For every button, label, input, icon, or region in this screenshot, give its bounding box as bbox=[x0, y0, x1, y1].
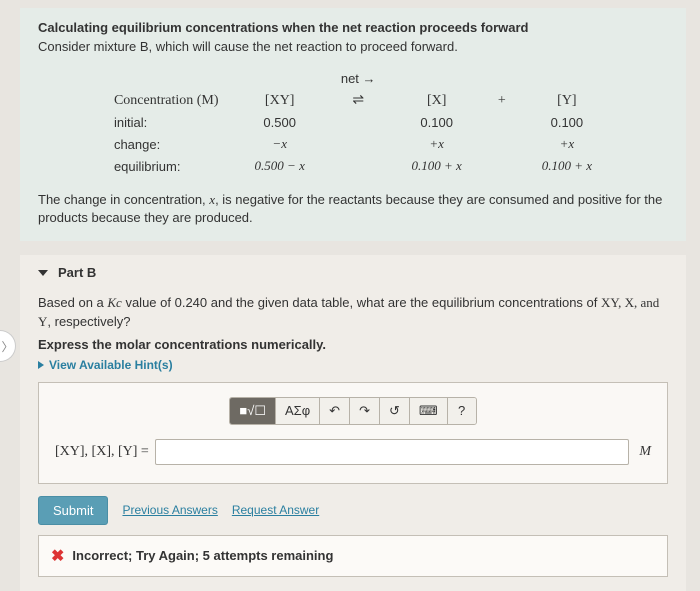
row-initial-label: initial: bbox=[96, 112, 237, 133]
part-b-title: Part B bbox=[58, 265, 96, 280]
row-initial-y: 0.100 bbox=[524, 112, 610, 133]
header-xy: [XY] bbox=[237, 89, 323, 112]
previous-answers-link[interactable]: Previous Answers bbox=[122, 503, 217, 517]
symbols-button[interactable]: ΑΣφ bbox=[276, 398, 320, 424]
submit-button[interactable]: Submit bbox=[38, 496, 108, 525]
instruction-text: Express the molar concentrations numeric… bbox=[38, 337, 668, 352]
row-equil-x: 0.100 + x bbox=[394, 155, 480, 177]
header-y: [Y] bbox=[524, 89, 610, 112]
formula-toolbar: ■√☐ ΑΣφ ↶ ↷ ↺ ⌨ ? bbox=[55, 397, 651, 425]
part-b-header[interactable]: Part B bbox=[38, 265, 668, 280]
info-title: Calculating equilibrium concentrations w… bbox=[38, 20, 668, 35]
header-concentration: Concentration (M) bbox=[96, 89, 237, 112]
caret-down-icon bbox=[38, 270, 48, 276]
help-button[interactable]: ? bbox=[448, 398, 476, 424]
ice-table: net → Concentration (M) [XY] ⇌ [X] + [Y]… bbox=[96, 68, 610, 177]
reset-button[interactable]: ↺ bbox=[380, 398, 410, 424]
row-equil-xy: 0.500 − x bbox=[237, 155, 323, 177]
feedback-text: Incorrect; Try Again; 5 attempts remaini… bbox=[72, 548, 333, 563]
view-hints-link[interactable]: View Available Hint(s) bbox=[38, 358, 668, 372]
answer-label: [XY], [X], [Y] = bbox=[55, 444, 149, 460]
unit-label: M bbox=[639, 444, 651, 460]
row-equil-label: equilibrium: bbox=[96, 155, 237, 177]
hint-label: View Available Hint(s) bbox=[49, 358, 173, 372]
incorrect-icon: ✖ bbox=[51, 546, 64, 566]
redo-button[interactable]: ↷ bbox=[350, 398, 380, 424]
info-panel: Calculating equilibrium concentrations w… bbox=[20, 8, 686, 241]
row-initial-x: 0.100 bbox=[394, 112, 480, 133]
row-change-label: change: bbox=[96, 133, 237, 155]
keyboard-button[interactable]: ⌨ bbox=[410, 398, 448, 424]
footnote: The change in concentration, x, is negat… bbox=[38, 191, 668, 227]
templates-button[interactable]: ■√☐ bbox=[230, 398, 276, 424]
row-change-xy: −x bbox=[237, 133, 323, 155]
header-equilibrium-symbol: ⇌ bbox=[323, 89, 394, 112]
side-nav-next[interactable]: 〉 bbox=[0, 330, 16, 362]
row-change-y: +x bbox=[524, 133, 610, 155]
row-equil-y: 0.100 + x bbox=[524, 155, 610, 177]
answer-input[interactable] bbox=[155, 439, 630, 465]
answer-box: ■√☐ ΑΣφ ↶ ↷ ↺ ⌨ ? [XY], [X], [Y] = M bbox=[38, 382, 668, 484]
request-answer-link[interactable]: Request Answer bbox=[232, 503, 319, 517]
caret-right-icon bbox=[38, 361, 44, 369]
question-text: Based on a Kc value of 0.240 and the giv… bbox=[38, 294, 668, 330]
info-subtitle: Consider mixture B, which will cause the… bbox=[38, 39, 668, 54]
row-change-x: +x bbox=[394, 133, 480, 155]
net-arrow-label: net → bbox=[323, 68, 394, 89]
undo-button[interactable]: ↶ bbox=[320, 398, 350, 424]
row-initial-xy: 0.500 bbox=[237, 112, 323, 133]
header-plus: + bbox=[480, 89, 524, 112]
feedback-banner: ✖ Incorrect; Try Again; 5 attempts remai… bbox=[38, 535, 668, 577]
header-x: [X] bbox=[394, 89, 480, 112]
